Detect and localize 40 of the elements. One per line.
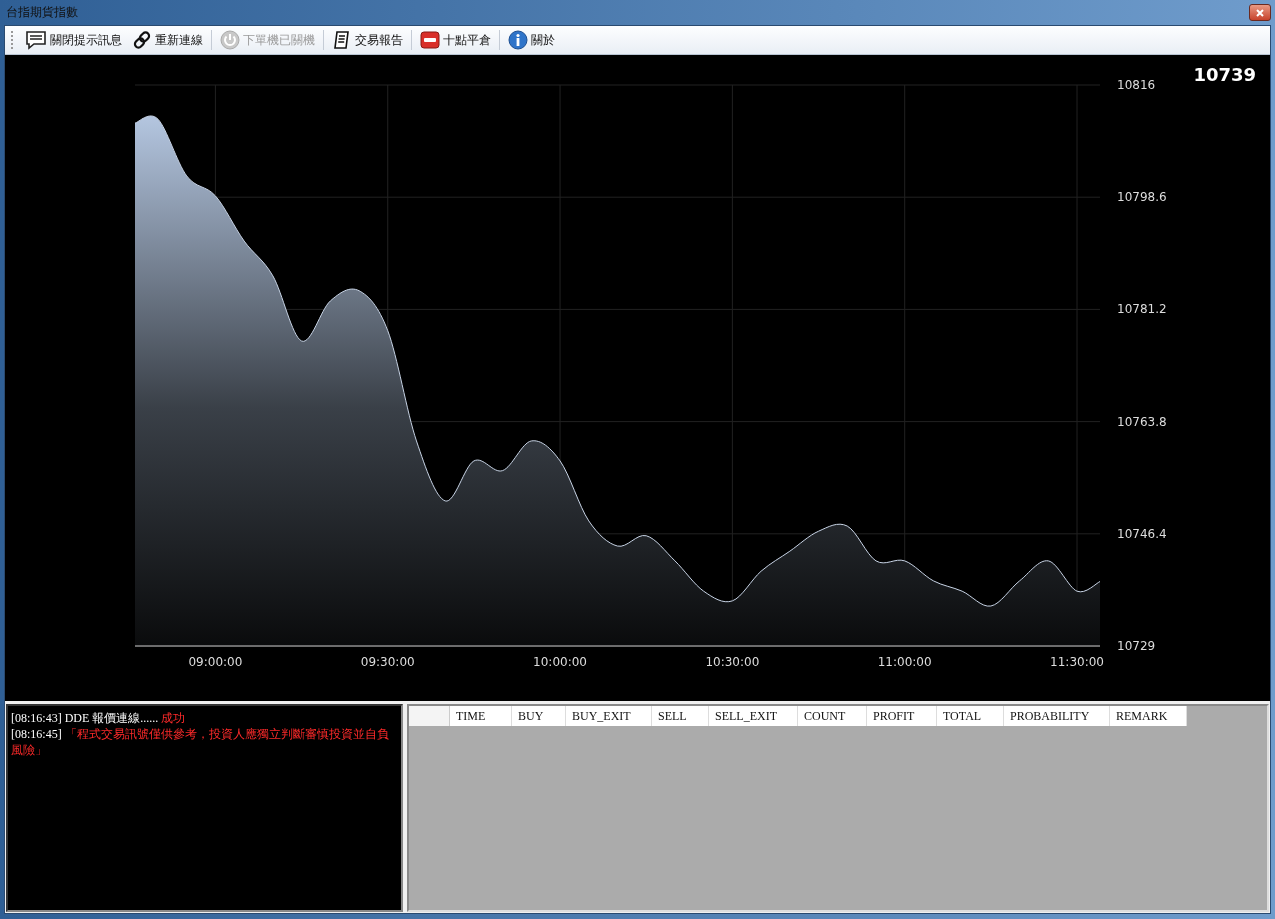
axis-label: 11:30:00 (1050, 655, 1104, 669)
log-line: [08:16:45] 「程式交易訊號僅供參考，投資人應獨立判斷審慎投資並自負風險」 (11, 726, 390, 758)
column-header[interactable]: BUY_EXIT (566, 706, 652, 726)
axis-label: 10816 (1117, 78, 1156, 92)
axis-label: 10798.6 (1117, 190, 1167, 205)
log-line: [08:16:43] DDE 報價連線...... 成功 (11, 710, 187, 726)
axis-label: 10:00:00 (533, 655, 587, 669)
column-header[interactable]: PROBABILITY (1004, 706, 1110, 726)
column-header[interactable]: SELL (652, 706, 709, 726)
close-icon (1256, 8, 1264, 17)
axis-label: 11:00:00 (877, 655, 932, 669)
column-header[interactable]: PROFIT (867, 706, 937, 726)
chain-link-icon (132, 30, 152, 50)
axis-label: 09:00:00 (188, 655, 243, 669)
current-price: 10739 (1193, 64, 1256, 85)
axis-label: 09:30:00 (360, 655, 415, 669)
toolbar-button[interactable]: 交易報告 (328, 28, 407, 52)
window-title: 台指期貨指數 (6, 4, 78, 21)
toolbar-button[interactable]: 重新連線 (128, 28, 207, 52)
column-header[interactable]: BUY (512, 706, 566, 726)
toolbar-button[interactable]: 關於 (504, 28, 559, 52)
header-corner (409, 706, 450, 726)
column-header[interactable]: SELL_EXIT (709, 706, 798, 726)
stop-sign-icon (420, 30, 440, 50)
speech-bubble-icon (25, 30, 47, 50)
document-icon (332, 30, 352, 50)
axis-label: 10781.2 (1117, 302, 1167, 317)
close-button[interactable] (1249, 4, 1271, 21)
column-header[interactable]: TIME (450, 706, 512, 726)
toolbar-button[interactable]: 關閉提示訊息 (21, 28, 126, 52)
column-header[interactable]: TOTAL (937, 706, 1004, 726)
axis-label: 10746.4 (1117, 526, 1167, 541)
axis-label: 10763.8 (1117, 414, 1167, 429)
toolbar-button[interactable]: 十點平倉 (416, 28, 495, 52)
column-header[interactable]: COUNT (798, 706, 867, 726)
power-icon (220, 30, 240, 50)
axis-label: 10729 (1117, 639, 1156, 653)
axis-label: 10:30:00 (705, 655, 760, 669)
info-icon (508, 30, 528, 50)
column-header[interactable]: REMARK (1110, 706, 1187, 726)
